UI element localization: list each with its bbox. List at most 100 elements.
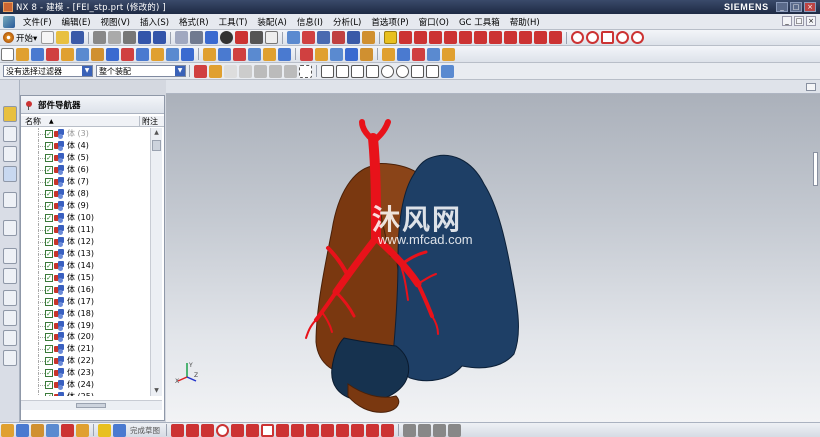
shaded-icon[interactable] bbox=[220, 31, 234, 44]
nx-menu-icon[interactable] bbox=[3, 15, 15, 28]
convert-reference-icon[interactable] bbox=[76, 423, 89, 437]
draft-icon[interactable] bbox=[121, 47, 134, 61]
graphics-window[interactable]: 沐风网 www.mfcad.com X Y Z bbox=[166, 80, 820, 422]
visibility-checkbox[interactable]: ✓ bbox=[45, 369, 53, 378]
mid-point-snap-icon[interactable] bbox=[336, 64, 349, 78]
visibility-checkbox[interactable]: ✓ bbox=[45, 130, 53, 138]
visibility-checkbox[interactable]: ✓ bbox=[45, 189, 53, 198]
bridge-curve-icon[interactable] bbox=[549, 31, 563, 44]
select-face-icon[interactable] bbox=[269, 64, 282, 78]
navigator-vertical-scrollbar[interactable]: ▲ ▼ bbox=[150, 128, 162, 396]
doc-restore-button[interactable]: □ bbox=[794, 16, 804, 26]
redo-icon[interactable] bbox=[153, 31, 167, 44]
visibility-checkbox[interactable]: ✓ bbox=[45, 297, 53, 306]
undo-icon[interactable] bbox=[138, 31, 152, 44]
menu-window[interactable]: 窗口(O) bbox=[414, 16, 454, 28]
constraint-navigator-tab-icon[interactable] bbox=[3, 146, 17, 162]
cone-icon[interactable] bbox=[46, 47, 59, 61]
render-style-icon[interactable] bbox=[205, 31, 219, 44]
background-icon[interactable] bbox=[250, 31, 264, 44]
derived-lines-icon[interactable] bbox=[448, 423, 461, 437]
quadrant-snap-icon[interactable] bbox=[396, 64, 409, 78]
copy-icon[interactable] bbox=[108, 31, 122, 44]
pin-icon[interactable] bbox=[24, 100, 34, 110]
menu-insert[interactable]: 插入(S) bbox=[135, 16, 174, 28]
menu-preferences[interactable]: 首选项(P) bbox=[366, 16, 413, 28]
pattern-curve-icon[interactable] bbox=[418, 423, 431, 437]
system-materials-tab-icon[interactable] bbox=[3, 268, 17, 284]
body-row[interactable]: ✓ 体 (20) bbox=[21, 331, 150, 344]
trim-icon[interactable] bbox=[459, 31, 473, 44]
measure-angle-icon[interactable] bbox=[315, 47, 328, 61]
scroll-down-icon[interactable]: ▼ bbox=[152, 387, 161, 395]
reference-set-icon[interactable] bbox=[442, 47, 455, 61]
project-curve-icon[interactable] bbox=[519, 31, 533, 44]
show-constraints-icon[interactable] bbox=[46, 423, 59, 437]
select-all-icon[interactable] bbox=[194, 64, 207, 78]
delete-icon[interactable] bbox=[123, 31, 137, 44]
part-navigator-tab-icon[interactable] bbox=[3, 106, 17, 122]
quick-trim-icon[interactable] bbox=[351, 423, 364, 437]
sketch-icon[interactable] bbox=[175, 31, 189, 44]
polygon-sketch-icon[interactable] bbox=[276, 423, 289, 437]
assembly-navigator-tab-icon[interactable] bbox=[3, 126, 17, 142]
web-browser-tab-icon[interactable] bbox=[3, 192, 17, 208]
undo-selection-icon[interactable] bbox=[224, 64, 237, 78]
finish-sketch-icon[interactable] bbox=[98, 423, 111, 437]
sketch-dimension-icon[interactable] bbox=[16, 423, 29, 437]
body-row[interactable]: ✓ 体 (17) bbox=[21, 295, 150, 308]
mirror-curve-icon[interactable] bbox=[504, 31, 518, 44]
pattern-icon[interactable] bbox=[136, 47, 149, 61]
body-row[interactable]: ✓ 体 (25) bbox=[21, 391, 150, 396]
visibility-checkbox[interactable]: ✓ bbox=[45, 381, 53, 390]
explode-icon[interactable] bbox=[427, 47, 440, 61]
body-row[interactable]: ✓ 体 (23) bbox=[21, 367, 150, 380]
extend-icon[interactable] bbox=[474, 31, 488, 44]
boolean-icon[interactable] bbox=[76, 47, 89, 61]
alternate-solution-icon[interactable] bbox=[61, 423, 74, 437]
minimize-button[interactable]: _ bbox=[776, 2, 788, 12]
body-row[interactable]: ✓ 体 (21) bbox=[21, 343, 150, 356]
clock-tab-icon[interactable] bbox=[3, 248, 17, 264]
constraint-icon[interactable] bbox=[412, 47, 425, 61]
section-view-icon[interactable] bbox=[345, 47, 358, 61]
sew-icon[interactable] bbox=[248, 47, 261, 61]
navigator-horizontal-scrollbar[interactable] bbox=[21, 400, 162, 410]
block-icon[interactable] bbox=[16, 47, 29, 61]
save-icon[interactable] bbox=[71, 31, 85, 44]
filter-icon[interactable] bbox=[239, 64, 252, 78]
add-component-icon[interactable] bbox=[382, 47, 395, 61]
intersection-snap-icon[interactable] bbox=[411, 64, 424, 78]
rectangle-sketch-icon[interactable] bbox=[261, 423, 274, 437]
line-tool-icon[interactable] bbox=[399, 31, 413, 44]
point-sketch-icon[interactable] bbox=[291, 423, 304, 437]
make-corner-icon[interactable] bbox=[381, 423, 394, 437]
mirror-feature-icon[interactable] bbox=[151, 47, 164, 61]
history-tab-icon[interactable] bbox=[3, 220, 17, 236]
menu-analysis[interactable]: 分析(L) bbox=[328, 16, 366, 28]
visibility-checkbox[interactable]: ✓ bbox=[45, 165, 53, 174]
visibility-checkbox[interactable]: ✓ bbox=[45, 237, 53, 246]
arc-center-snap-icon[interactable] bbox=[381, 64, 394, 78]
reuse-library-tab-icon[interactable] bbox=[3, 166, 17, 182]
mirror-sketch-icon[interactable] bbox=[433, 423, 446, 437]
visibility-checkbox[interactable]: ✓ bbox=[45, 273, 53, 282]
visibility-checkbox[interactable]: ✓ bbox=[45, 393, 53, 396]
visibility-checkbox[interactable]: ✓ bbox=[45, 261, 53, 270]
shell-icon[interactable] bbox=[106, 47, 119, 61]
body-row[interactable]: ✓ 体 (16) bbox=[21, 283, 150, 296]
through-curves-icon[interactable] bbox=[218, 47, 231, 61]
body-row[interactable]: ✓ 体 (7) bbox=[21, 175, 150, 188]
offset-curve-icon[interactable] bbox=[403, 423, 416, 437]
process-studio-tab-icon[interactable] bbox=[3, 290, 17, 306]
menu-info[interactable]: 信息(I) bbox=[292, 16, 328, 28]
menu-format[interactable]: 格式(R) bbox=[174, 16, 214, 28]
thicken-icon[interactable] bbox=[263, 47, 276, 61]
on-curve-snap-icon[interactable] bbox=[351, 64, 364, 78]
snap-icon[interactable] bbox=[209, 64, 222, 78]
system-scenes-tab-icon[interactable] bbox=[3, 350, 17, 366]
ellipse-sketch-icon[interactable] bbox=[321, 423, 334, 437]
3d-box-icon[interactable] bbox=[441, 64, 454, 78]
roles-tab-icon[interactable] bbox=[3, 330, 17, 346]
scroll-up-icon[interactable]: ▲ bbox=[152, 129, 161, 137]
